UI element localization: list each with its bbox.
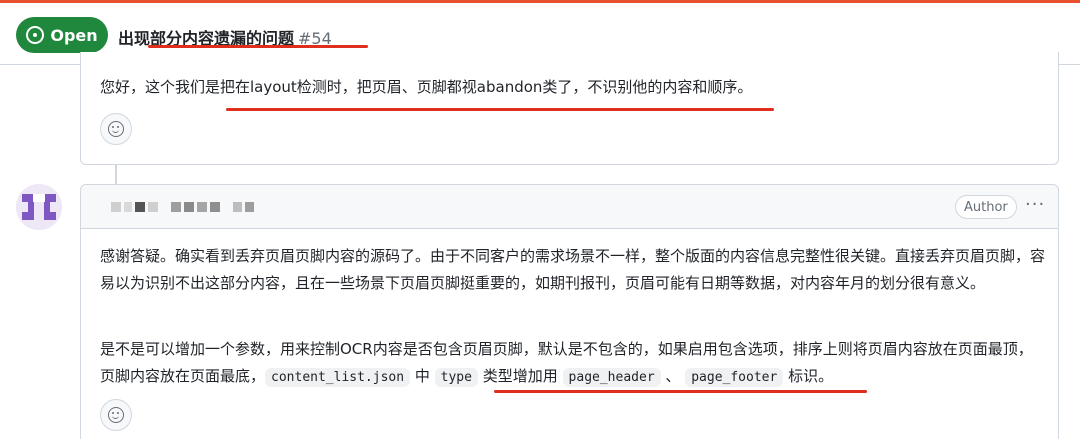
code-page-footer: page_footer <box>685 368 784 387</box>
paragraph-2-type-desc: 类型增加用 <box>482 367 558 385</box>
code-content-list: content_list.json <box>265 368 411 387</box>
issue-state-badge: Open <box>16 17 108 53</box>
comment-paragraph-1: 感谢答疑。确实看到丢弃页眉页脚内容的源码了。由于不同客户的需求场景不一样，整个版… <box>100 243 1045 297</box>
comment-paragraph-2: 是不是可以增加一个参数，用来控制OCR内容是否包含页眉页脚，默认是不包含的，如果… <box>100 336 1045 391</box>
author-name-blurred <box>111 202 254 212</box>
timeline-connector <box>115 165 117 184</box>
paragraph-2-suffix: 标识。 <box>788 367 834 385</box>
comment-text: 您好，这个我们是把在layout检测时，把页眉、页脚都视abandon类了，不识… <box>100 78 753 96</box>
add-reaction-button[interactable] <box>100 113 132 145</box>
smile-reaction-icon <box>108 407 124 423</box>
paragraph-1-text: 感谢答疑。确实看到丢弃页眉页脚内容的源码了。由于不同客户的需求场景不一样，整个版… <box>100 247 1046 292</box>
paragraph-2-zhong: 中 <box>414 367 430 385</box>
annotation-underline-reply <box>226 108 774 111</box>
kebab-more-icon[interactable]: ··· <box>1025 195 1045 215</box>
smile-reaction-icon <box>108 121 124 137</box>
paragraph-2-sep: 、 <box>665 367 681 385</box>
annotation-underline-title <box>148 45 368 48</box>
annotation-underline-suggestion <box>494 390 867 393</box>
comment-body: 您好，这个我们是把在layout检测时，把页眉、页脚都视abandon类了，不识… <box>100 74 1040 101</box>
code-type: type <box>434 368 478 387</box>
add-reaction-button[interactable] <box>100 399 132 431</box>
author-badge: Author <box>955 195 1017 219</box>
comment-header: Author ··· <box>81 185 1058 229</box>
issue-state-label: Open <box>50 25 98 45</box>
code-page-header: page_header <box>562 368 661 387</box>
open-issue-icon <box>26 26 45 44</box>
comment-box-author: Author ··· 感谢答疑。确实看到丢弃页眉页脚内容的源码了。由于不同客户的… <box>80 184 1059 439</box>
avatar-identicon <box>16 184 62 230</box>
avatar[interactable] <box>16 184 62 230</box>
